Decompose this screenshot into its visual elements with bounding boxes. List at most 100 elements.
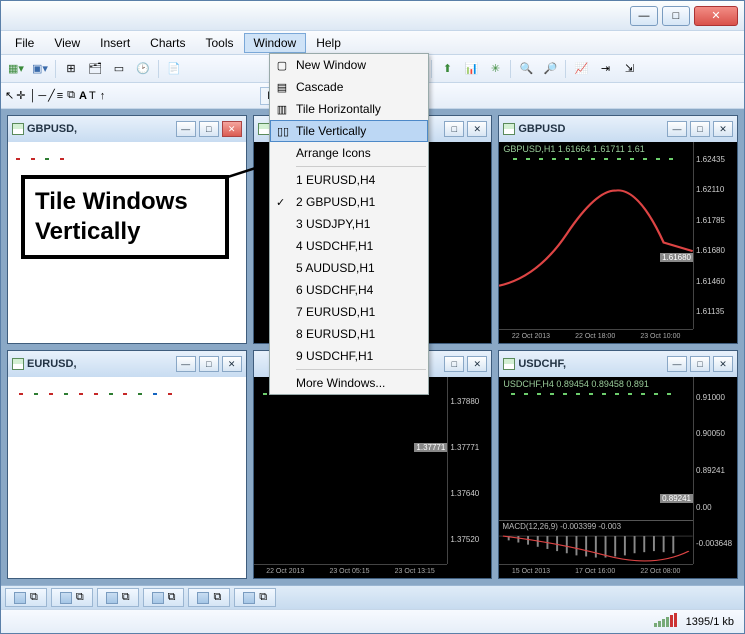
chart-close-button[interactable]: ✕ — [222, 121, 242, 137]
menu-window-1[interactable]: 1 EURUSD,H4 — [270, 169, 428, 191]
menu-window-2[interactable]: ✓2 GBPUSD,H1 — [270, 191, 428, 213]
menu-tile-vertically[interactable]: ▯▯Tile Vertically — [270, 120, 428, 142]
cascade-icon: ▤ — [274, 79, 290, 95]
window-menu-dropdown: ▢New Window ▤Cascade ▥Tile Horizontally … — [269, 53, 429, 395]
menu-cascade[interactable]: ▤Cascade — [270, 76, 428, 98]
new-order-icon[interactable]: 📄 — [163, 59, 185, 79]
window-tab[interactable]: ⧉ — [143, 588, 185, 607]
indicator-icon-1[interactable]: ⬆ — [436, 59, 458, 79]
chart-canvas[interactable]: 1.378801.377711.376401.37520 1.37771 22 … — [254, 377, 492, 578]
macd-label: MACD(12,26,9) -0.003399 -0.003 — [502, 522, 621, 531]
chart-close-button[interactable]: ✕ — [467, 356, 487, 372]
text-icon[interactable]: A — [79, 90, 87, 102]
menu-window-7[interactable]: 7 EURUSD,H1 — [270, 301, 428, 323]
tile-v-icon: ▯▯ — [275, 123, 291, 139]
arrow-icon[interactable]: ↑ — [100, 90, 106, 102]
window-tab[interactable]: ⧉ — [234, 588, 276, 607]
chart-close-button[interactable]: ✕ — [222, 356, 242, 372]
chart-close-button[interactable]: ✕ — [713, 121, 733, 137]
chart-close-button[interactable]: ✕ — [713, 356, 733, 372]
tab-icon — [152, 592, 164, 604]
menu-insert[interactable]: Insert — [90, 33, 140, 53]
menu-help[interactable]: Help — [306, 33, 351, 53]
menu-arrange-icons[interactable]: Arrange Icons — [270, 142, 428, 164]
tab-icon — [197, 592, 209, 604]
chart-canvas[interactable]: GBPUSD,H1 1.61664 1.61711 1.61 1.624351.… — [499, 142, 737, 343]
menu-file[interactable]: File — [5, 33, 44, 53]
chart-canvas[interactable]: USDCHF,H4 0.89454 0.89458 0.891 0.910000… — [499, 377, 737, 578]
menu-new-window[interactable]: ▢New Window — [270, 54, 428, 76]
tab-restore-icon: ⧉ — [30, 591, 38, 604]
menubar: File View Insert Charts Tools Window Hel… — [1, 31, 744, 55]
tab-restore-icon: ⧉ — [122, 591, 130, 604]
menu-tile-horizontally[interactable]: ▥Tile Horizontally — [270, 98, 428, 120]
indicator-icon-3[interactable]: ✳ — [484, 59, 506, 79]
chart-info-label: GBPUSD,H1 1.61664 1.61711 1.61 — [503, 144, 644, 154]
channel-icon[interactable]: ≡ — [57, 90, 63, 102]
chart-titlebar[interactable]: EURUSD, — □ ✕ — [8, 351, 246, 377]
chart-title: GBPUSD, — [27, 123, 173, 135]
network-traffic-label: 1395/1 kb — [686, 616, 734, 628]
tab-icon — [14, 592, 26, 604]
chart-close-button[interactable]: ✕ — [467, 121, 487, 137]
menu-window-3[interactable]: 3 USDJPY,H1 — [270, 213, 428, 235]
chart-min-button[interactable]: — — [667, 121, 687, 137]
zoom-in-icon[interactable]: 🔍 — [515, 59, 537, 79]
menu-window-8[interactable]: 8 EURUSD,H1 — [270, 323, 428, 345]
chart-icon — [12, 358, 24, 370]
window-maximize-button[interactable]: □ — [662, 6, 690, 26]
window-tab[interactable]: ⧉ — [5, 588, 47, 607]
new-chart-icon[interactable]: ▦▾ — [5, 59, 27, 79]
chart-titlebar[interactable]: USDCHF, — □ ✕ — [499, 351, 737, 377]
hline-icon[interactable]: ─ — [38, 90, 46, 102]
menu-window-6[interactable]: 6 USDCHF,H4 — [270, 279, 428, 301]
label-icon[interactable]: T — [89, 90, 96, 102]
chart-min-button[interactable]: — — [176, 121, 196, 137]
menu-window-4[interactable]: 4 USDCHF,H1 — [270, 235, 428, 257]
menu-charts[interactable]: Charts — [140, 33, 195, 53]
strategy-tester-icon[interactable]: 🕑 — [132, 59, 154, 79]
cursor-icon[interactable]: ↖ — [5, 89, 14, 102]
time-axis: 15 Oct 201317 Oct 16:0022 Oct 08:00 — [499, 564, 693, 578]
menu-window[interactable]: Window — [244, 33, 307, 53]
chart-min-button[interactable]: — — [667, 356, 687, 372]
chart-window-usdchf: USDCHF, — □ ✕ USDCHF,H4 0.89454 0.89458 … — [498, 350, 738, 579]
chart-max-button[interactable]: □ — [690, 356, 710, 372]
chart-type-icon[interactable]: 📈 — [570, 59, 592, 79]
fibo-icon[interactable]: ⧉ — [67, 89, 75, 102]
market-watch-icon[interactable]: ⊞ — [60, 59, 82, 79]
chart-canvas[interactable] — [8, 377, 246, 578]
chart-max-button[interactable]: □ — [199, 356, 219, 372]
chart-max-button[interactable]: □ — [690, 121, 710, 137]
window-tab[interactable]: ⧉ — [97, 588, 139, 607]
menu-window-5[interactable]: 5 AUDUSD,H1 — [270, 257, 428, 279]
window-tab[interactable]: ⧉ — [188, 588, 230, 607]
crosshair-icon[interactable]: ✛ — [16, 89, 25, 102]
menu-more-windows[interactable]: More Windows... — [270, 372, 428, 394]
trendline-icon[interactable]: ╱ — [48, 89, 55, 102]
chart-min-button[interactable]: — — [176, 356, 196, 372]
profiles-icon[interactable]: ▣▾ — [29, 59, 51, 79]
price-scale: 1.624351.621101.617851.616801.614601.611… — [693, 142, 737, 329]
chart-shift-icon[interactable]: ⇲ — [618, 59, 640, 79]
indicator-icon-2[interactable]: 📊 — [460, 59, 482, 79]
menu-tools[interactable]: Tools — [196, 33, 244, 53]
price-scale: 1.378801.377711.376401.37520 — [447, 377, 491, 564]
chart-max-button[interactable]: □ — [444, 121, 464, 137]
chart-titlebar[interactable]: GBPUSD — □ ✕ — [499, 116, 737, 142]
auto-scroll-icon[interactable]: ⇥ — [594, 59, 616, 79]
window-close-button[interactable]: ✕ — [694, 6, 738, 26]
menu-view[interactable]: View — [44, 33, 90, 53]
navigator-icon[interactable]: 🗂 — [84, 59, 106, 79]
window-tab[interactable]: ⧉ — [51, 588, 93, 607]
vline-icon[interactable]: │ — [29, 90, 36, 102]
menu-window-9[interactable]: 9 USDCHF,H1 — [270, 345, 428, 367]
window-minimize-button[interactable]: — — [630, 6, 658, 26]
chart-icon — [258, 123, 270, 135]
chart-max-button[interactable]: □ — [444, 356, 464, 372]
chart-titlebar[interactable]: GBPUSD, — □ ✕ — [8, 116, 246, 142]
terminal-icon[interactable]: ▭ — [108, 59, 130, 79]
zoom-out-icon[interactable]: 🔎 — [539, 59, 561, 79]
chart-title: GBPUSD — [518, 123, 664, 135]
chart-max-button[interactable]: □ — [199, 121, 219, 137]
